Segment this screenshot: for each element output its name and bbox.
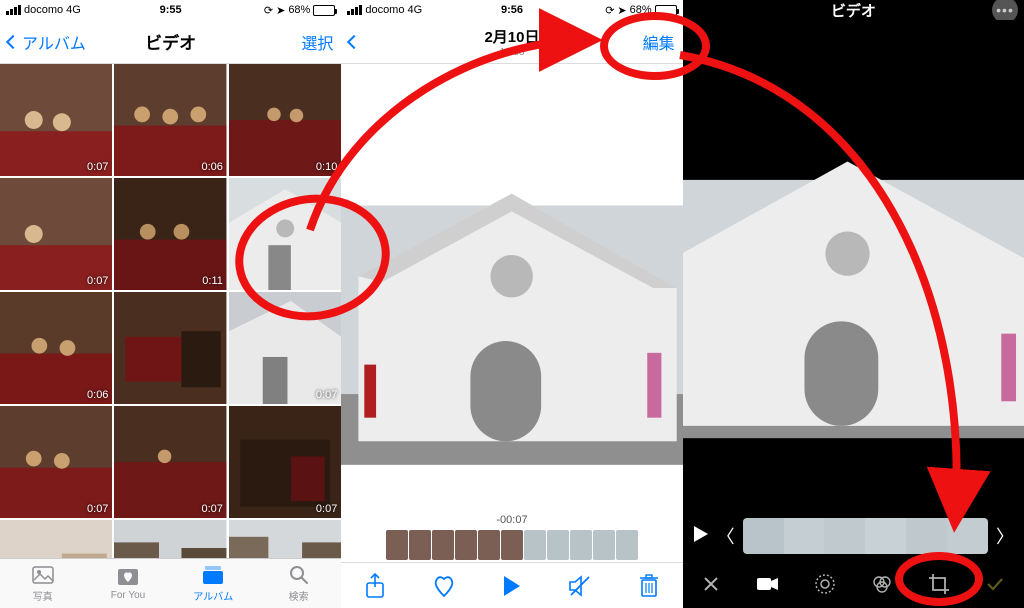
mute-button[interactable]	[565, 571, 595, 601]
duration: 0:11	[202, 275, 223, 287]
photos-icon	[31, 564, 55, 586]
filters-button[interactable]	[865, 567, 899, 601]
video-thumb[interactable]: 0:06	[0, 292, 112, 404]
tab-albums[interactable]: アルバム	[171, 559, 256, 608]
cancel-button[interactable]	[694, 567, 728, 601]
video-thumb[interactable]: 0:07	[229, 520, 341, 558]
edit-button[interactable]: 編集	[643, 30, 675, 54]
video-thumb[interactable]: 0:11	[114, 178, 226, 290]
scrubber: -00:07	[341, 512, 682, 562]
chevron-left-icon	[347, 34, 361, 48]
battery-icon	[313, 5, 335, 16]
video-thumb[interactable]: 0:06	[114, 64, 226, 176]
orientation-icon: ⟳	[264, 4, 273, 17]
filmstrip[interactable]	[378, 530, 646, 560]
edit-body: 〈 〉	[683, 20, 1024, 608]
filmstrip[interactable]	[743, 518, 988, 554]
play-button[interactable]	[497, 571, 527, 601]
duration: 0:07	[316, 503, 337, 515]
signal-icon	[347, 5, 362, 15]
toolbar	[341, 562, 682, 608]
tab-label: 写真	[33, 588, 53, 603]
clock: 9:56	[501, 4, 523, 16]
time-subtitle: 10:58	[429, 47, 594, 58]
chevron-left-icon	[6, 34, 20, 48]
video-thumb[interactable]: 0:10	[229, 64, 341, 176]
edit-toolbar	[683, 560, 1024, 608]
video-mode-button[interactable]	[751, 567, 785, 601]
battery-icon	[655, 5, 677, 16]
page-title: ビデオ	[145, 34, 196, 53]
location-icon: ➤	[617, 4, 626, 17]
battery-pct: 68%	[288, 4, 310, 16]
video-thumb[interactable]: 0:07	[229, 292, 341, 404]
video-thumb[interactable]: 0:08	[0, 520, 112, 558]
trash-button[interactable]	[634, 571, 664, 601]
carrier: docomo	[365, 4, 404, 16]
favorite-button[interactable]	[429, 571, 459, 601]
crop-button[interactable]	[922, 567, 956, 601]
video-thumb[interactable]: 0:07	[0, 178, 112, 290]
heart-icon	[116, 566, 140, 588]
screen-detail: docomo 4G 9:56 ⟳ ➤ 68% 2月10日 10:58 編集	[341, 0, 682, 608]
select-button[interactable]: 選択	[301, 30, 333, 54]
signal-icon	[6, 5, 21, 15]
tab-photos[interactable]: 写真	[0, 559, 85, 608]
statusbar: docomo 4G 9:55 ⟳ ➤ 68%	[0, 0, 341, 20]
play-button[interactable]	[693, 525, 709, 548]
video-thumb[interactable]: 0:07	[0, 406, 112, 518]
trim-handle-right[interactable]: 〉	[996, 523, 1014, 549]
battery-pct: 68%	[630, 4, 652, 16]
date-title: 2月10日	[429, 26, 594, 47]
albums-icon	[201, 564, 225, 586]
statusbar: docomo 4G 9:56 ⟳ ➤ 68%	[341, 0, 682, 20]
back-button[interactable]	[349, 37, 361, 47]
duration: 0:07	[201, 503, 222, 515]
page-title: ビデオ	[831, 0, 876, 21]
duration: 0:07	[87, 503, 108, 515]
duration: 0:10	[316, 161, 337, 173]
duration: 0:07	[87, 161, 108, 173]
back-button[interactable]: アルバム	[8, 30, 86, 54]
video-thumb[interactable]	[114, 292, 226, 404]
carrier: docomo	[24, 4, 63, 16]
video-thumb[interactable]	[229, 178, 341, 290]
screen-album: docomo 4G 9:55 ⟳ ➤ 68% アルバム ビデオ 選択 0:07 …	[0, 0, 341, 608]
trim-handle-left[interactable]: 〈	[717, 523, 735, 549]
location-icon: ➤	[276, 4, 285, 17]
scrub-time: -00:07	[496, 514, 527, 526]
video-thumb[interactable]: 0:07	[114, 406, 226, 518]
video-thumb[interactable]: 0:07	[229, 406, 341, 518]
video-preview[interactable]	[341, 64, 682, 512]
tabbar: 写真 For You アルバム 検索	[0, 558, 341, 608]
tab-search[interactable]: 検索	[256, 559, 341, 608]
search-icon	[287, 564, 311, 586]
adjust-button[interactable]	[808, 567, 842, 601]
back-label: アルバム	[22, 30, 86, 54]
share-button[interactable]	[360, 571, 390, 601]
video-thumb[interactable]: 0:07	[0, 64, 112, 176]
tab-label: 検索	[289, 588, 309, 603]
duration: 0:06	[87, 389, 108, 401]
statusbar: ビデオ •••	[683, 0, 1024, 20]
tab-label: For You	[111, 590, 145, 601]
video-thumb[interactable]: 0:07	[114, 520, 226, 558]
tab-foryou[interactable]: For You	[85, 559, 170, 608]
timeline: 〈 〉	[683, 512, 1024, 560]
navbar: アルバム ビデオ 選択	[0, 20, 341, 64]
duration: 0:07	[87, 275, 108, 287]
screen-edit: ビデオ ••• 〈 〉	[683, 0, 1024, 608]
duration: 0:06	[201, 161, 222, 173]
clock: 9:55	[160, 4, 182, 16]
video-preview[interactable]	[683, 20, 1024, 512]
video-grid[interactable]: 0:07 0:06 0:10 0:07 0:11 0:06	[0, 64, 341, 558]
done-button[interactable]	[978, 567, 1012, 601]
navbar: 2月10日 10:58 編集	[341, 20, 682, 64]
network: 4G	[66, 4, 81, 16]
orientation-icon: ⟳	[605, 4, 614, 17]
tab-label: アルバム	[193, 588, 233, 603]
network: 4G	[407, 4, 422, 16]
duration: 0:07	[316, 389, 337, 401]
detail-body: -00:07	[341, 64, 682, 608]
